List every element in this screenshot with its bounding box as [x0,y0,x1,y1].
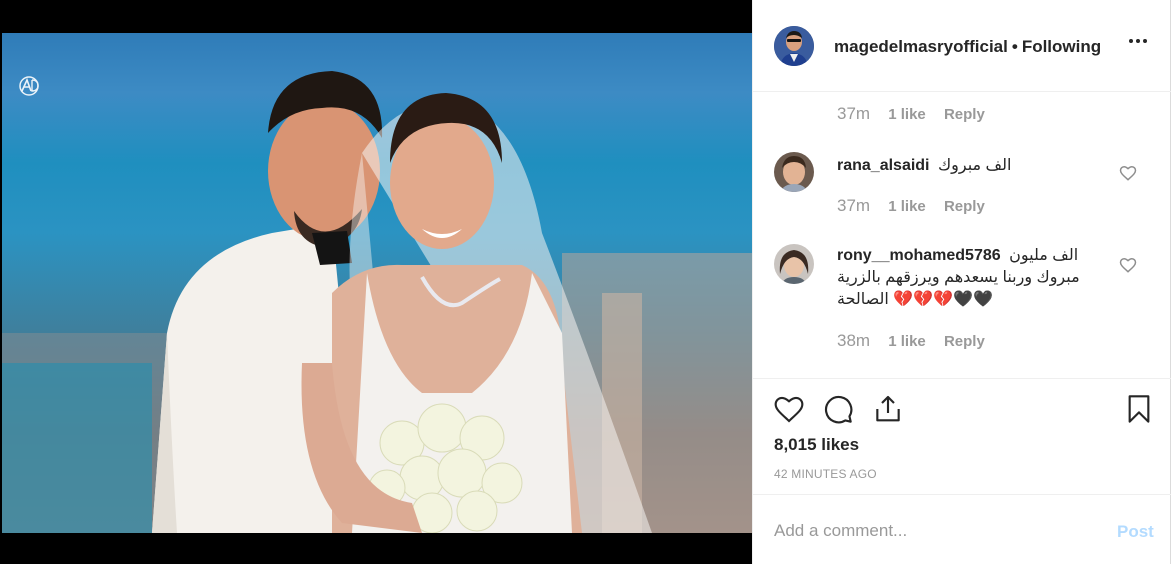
comment-likes[interactable]: 1 like [888,198,926,215]
commenter-avatar[interactable] [774,244,814,284]
comment-bubble-icon[interactable] [822,393,854,425]
more-options-icon[interactable] [1129,32,1153,56]
comment-likes[interactable]: 1 like [888,106,926,123]
post-header: magedelmasryofficial • Following [753,0,1171,92]
share-icon[interactable] [872,393,904,425]
comment-input[interactable] [774,519,1094,543]
photographer-logo-icon [16,75,42,97]
comment-time[interactable]: 38m [837,331,870,350]
comment-meta: 37m 1 like Reply [837,196,985,216]
add-comment-bar: Post [753,494,1171,564]
comment-like-heart-icon[interactable] [1119,256,1137,274]
comment-meta: 37m 1 like Reply [837,104,985,124]
follow-status-button[interactable]: Following [1022,37,1101,56]
comment-like-heart-icon[interactable] [1119,164,1137,182]
commenter-username[interactable]: rony__mohamed5786 [837,247,1001,264]
post-sidebar: magedelmasryofficial • Following 37m 1 lik… [752,0,1171,564]
comment-reply-button[interactable]: Reply [944,106,985,123]
author-username[interactable]: magedelmasryofficial [834,37,1008,56]
comment-body: rana_alsaidi الف مبروك [837,155,1107,177]
likes-count[interactable]: 8,015 likes [774,435,859,455]
commenter-username[interactable]: rana_alsaidi [837,157,930,174]
post-comment-button[interactable]: Post [1117,522,1154,542]
wedding-photo-illustration [2,71,752,533]
heart-icon[interactable] [773,393,805,425]
author-avatar[interactable] [774,26,814,66]
meta-separator: • [1011,37,1018,56]
comment-meta: 38m 1 like Reply [837,331,985,351]
comments-list: 37m 1 like Reply rana_alsaidi الف مبروك [753,92,1171,378]
post-timestamp[interactable]: 42 MINUTES AGO [774,467,877,481]
comment-reply-button[interactable]: Reply [944,198,985,215]
comment-time[interactable]: 37m [837,196,870,215]
bookmark-icon[interactable] [1123,393,1155,425]
post-media [0,0,752,564]
commenter-avatar[interactable] [774,152,814,192]
comment-body: rony__mohamed5786 الف مليون مبروك وربنا … [837,245,1107,311]
comment-reply-button[interactable]: Reply [944,333,985,350]
instagram-post: magedelmasryofficial • Following 37m 1 lik… [0,0,1171,564]
comment-time[interactable]: 37m [837,104,870,123]
comment-text: الف مبروك [937,157,1012,174]
comment-likes[interactable]: 1 like [888,333,926,350]
post-actions: 8,015 likes 42 MINUTES AGO [753,378,1171,494]
post-photo[interactable] [2,33,752,533]
author-meta: magedelmasryofficial • Following [834,37,1101,57]
